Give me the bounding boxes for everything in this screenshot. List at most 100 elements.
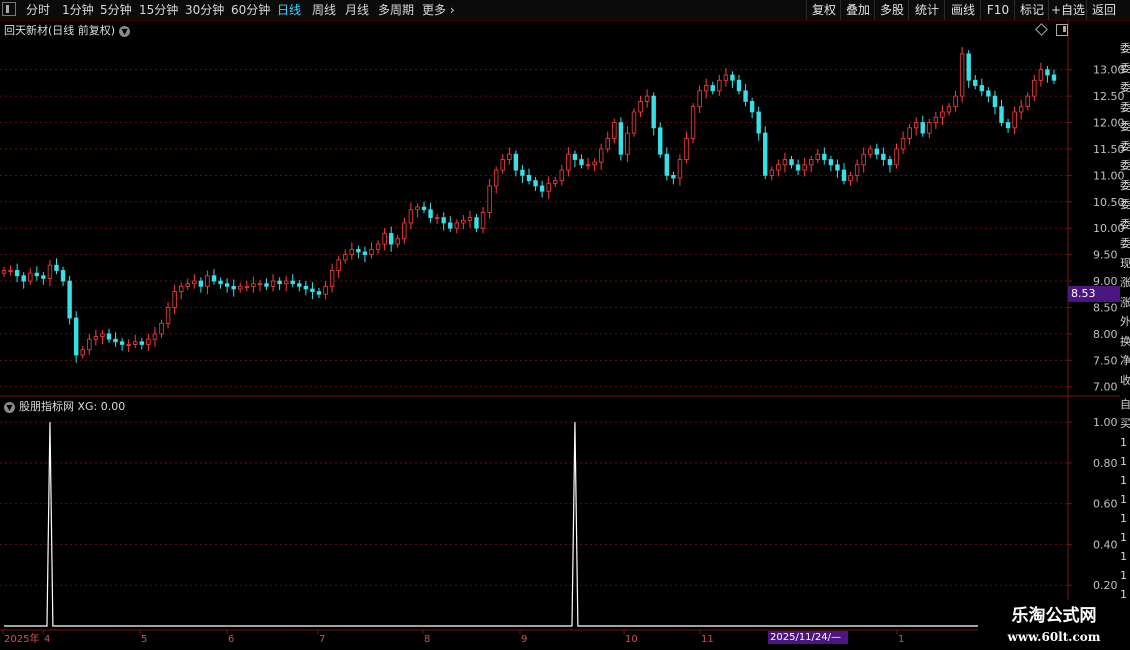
watermark-title: 乐淘公式网	[1011, 606, 1097, 626]
candle-body	[329, 270, 335, 287]
date-tick-label: 9	[521, 634, 527, 645]
candle-body	[572, 153, 578, 160]
side-quote-label: 委	[1120, 42, 1130, 55]
candle-body	[73, 317, 79, 356]
candle-body	[664, 153, 670, 176]
candle-body	[598, 148, 604, 163]
side-quote-label: 涨	[1120, 295, 1130, 309]
candle-body	[966, 53, 971, 81]
date-tick-label: 10	[625, 634, 638, 645]
candle-body	[369, 248, 374, 256]
current-price-tag: 8.53	[1068, 286, 1120, 302]
candle-body	[828, 159, 834, 166]
side-quote-value: 1	[1120, 436, 1127, 449]
candle-body	[1018, 106, 1024, 113]
side-quote-label: 现	[1120, 256, 1130, 270]
price-tick-label: 8.50	[1093, 301, 1118, 314]
candle-body	[178, 285, 184, 293]
indicator-tick-label: 0.80	[1093, 457, 1118, 470]
cursor-date-tag: 2025/11/24/—	[768, 631, 848, 644]
candle-body	[80, 349, 85, 356]
kline-chart-area[interactable]: 13.0012.5012.0011.5011.0010.5010.009.509…	[0, 0, 1130, 650]
price-tick-label: 9.50	[1093, 249, 1118, 262]
candle-body	[520, 169, 525, 176]
candle-body	[388, 233, 394, 245]
candle-body	[316, 291, 322, 295]
candle-body	[815, 153, 820, 160]
candle-body	[119, 341, 125, 345]
candle-body	[625, 132, 630, 155]
candle-body	[618, 122, 624, 155]
candle-body	[356, 248, 361, 253]
candle-body	[283, 280, 289, 285]
side-quote-value: 1	[1120, 455, 1127, 468]
candle-body	[822, 153, 827, 160]
candle-body	[841, 169, 847, 182]
indicator-tick-label: 0.60	[1093, 498, 1118, 511]
candle-body	[480, 211, 486, 229]
candle-body	[402, 222, 407, 240]
watermark-url: www.60lt.com	[1007, 630, 1101, 644]
candle-body	[218, 280, 223, 285]
candle-body	[1, 270, 7, 274]
candle-body	[638, 101, 643, 113]
candle-body	[782, 159, 788, 166]
candle-body	[106, 333, 112, 340]
candle-body	[697, 90, 702, 108]
candle-body	[631, 111, 637, 134]
candle-body	[100, 333, 105, 337]
candle-body	[205, 275, 210, 287]
candle-body	[651, 95, 656, 129]
side-quote-label: 委	[1120, 81, 1130, 94]
candle-body	[769, 169, 775, 176]
date-tick-label: 1	[898, 634, 904, 645]
candle-body	[434, 217, 440, 220]
candle-body	[868, 148, 873, 155]
candle-body	[474, 217, 479, 229]
candle-body	[513, 153, 519, 171]
candle-body	[454, 222, 460, 229]
candle-body	[539, 185, 545, 192]
candle-body	[861, 153, 866, 166]
date-tick-label: 4	[44, 634, 50, 645]
date-tick-label: 8	[424, 634, 430, 645]
candle-body	[493, 169, 499, 187]
candle-body	[808, 159, 814, 166]
candle-body	[684, 137, 689, 160]
price-tick-label: 7.00	[1093, 381, 1118, 394]
window-layout-icon[interactable]	[1056, 24, 1068, 36]
candle-body	[395, 238, 400, 245]
candle-body	[999, 106, 1004, 123]
candle-body	[8, 270, 13, 272]
candle-body	[198, 280, 204, 287]
side-quote-label: 委	[1120, 217, 1130, 231]
chevron-down-icon[interactable]: ▼	[4, 401, 15, 413]
candle-body	[710, 85, 715, 92]
candle-body	[14, 270, 20, 277]
side-quote-label: 委	[1120, 139, 1130, 153]
chevron-down-icon[interactable]: ▼	[119, 25, 131, 37]
price-tick-label: 7.50	[1093, 354, 1118, 367]
stock-title: 回天新材(日线 前复权)	[4, 24, 116, 37]
indicator-tick-label: 1.00	[1093, 416, 1118, 429]
candle-body	[789, 159, 794, 166]
candle-body	[133, 341, 138, 345]
candle-body	[703, 85, 709, 92]
candle-body	[34, 272, 40, 277]
candle-body	[224, 283, 230, 287]
side-quote-value: 1	[1120, 569, 1127, 582]
candle-body	[986, 90, 991, 97]
candle-body	[297, 283, 302, 287]
indicator-title: ▼ 股朋指标网 XG: 0.00	[4, 398, 125, 414]
side-quote-value: 1	[1120, 550, 1127, 563]
candle-body	[152, 333, 158, 340]
candle-body	[1051, 74, 1057, 81]
candle-body	[1012, 111, 1017, 129]
candle-body	[533, 180, 538, 187]
candle-body	[41, 275, 46, 279]
candle-body	[87, 338, 92, 351]
side-quote-value: 买	[1120, 417, 1130, 430]
candle-body	[671, 174, 676, 179]
candle-body	[461, 219, 466, 224]
candle-body	[749, 101, 755, 113]
